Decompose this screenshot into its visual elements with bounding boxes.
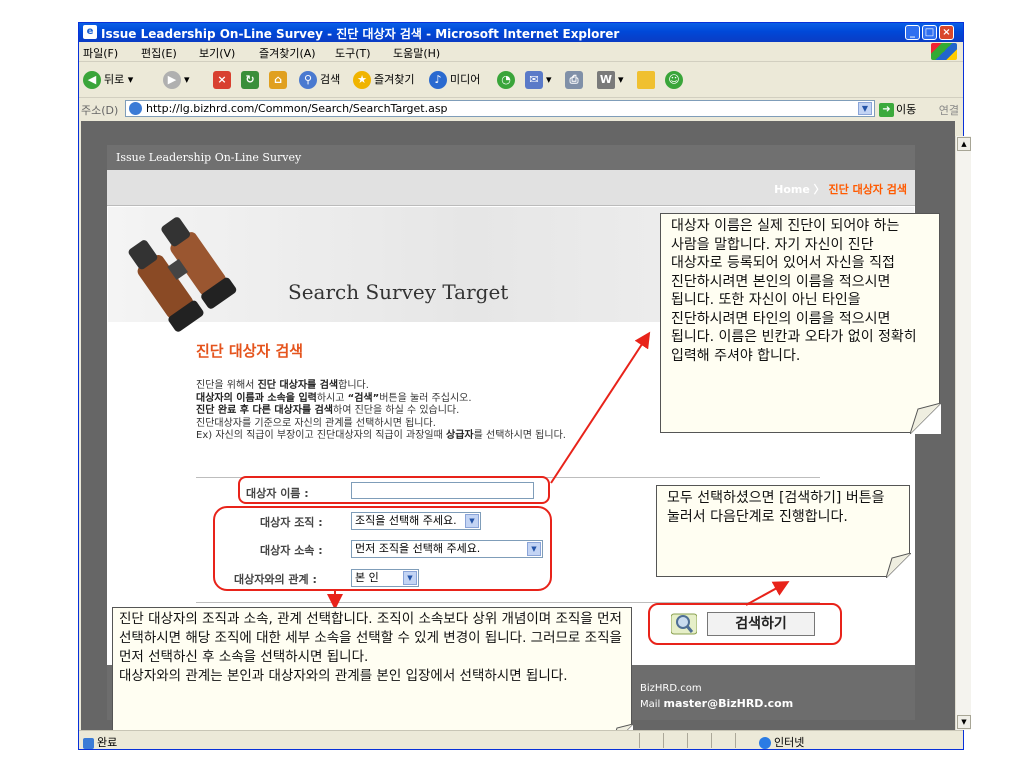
history-button[interactable]: ◔ [497, 71, 518, 89]
home-icon: ⌂ [269, 71, 287, 89]
close-button[interactable]: × [939, 25, 954, 40]
breadcrumb-separator: 〉 [813, 183, 825, 196]
banner-title: Search Survey Target [288, 280, 509, 304]
search-highlight [648, 603, 842, 645]
links-label[interactable]: 연결 [939, 102, 959, 118]
edit-button[interactable]: W ▾ [597, 71, 624, 89]
refresh-icon: ↻ [241, 71, 259, 89]
address-label: 주소(D) [81, 104, 119, 117]
print-icon: ⎙ [565, 71, 583, 89]
go-label: 이동 [896, 103, 917, 116]
go-arrow-icon: ➜ [879, 103, 894, 117]
footer-line2: Mail master@BizHRD.com [640, 697, 794, 710]
print-button[interactable]: ⎙ [565, 71, 586, 89]
folder-icon [637, 71, 655, 89]
name-highlight [238, 476, 550, 504]
note-fold-icon [910, 403, 941, 434]
go-button[interactable]: ➜ 이동 [879, 101, 916, 117]
breadcrumb-home[interactable]: Home [774, 183, 810, 196]
breadcrumb-bar: Home 〉 진단 대상자 검색 [107, 170, 915, 206]
section-title: 진단 대상자 검색 [196, 342, 304, 360]
footer-line1: BizHRD.com [640, 683, 702, 694]
back-arrow-icon: ◀ [83, 71, 101, 89]
menu-view[interactable]: 보기(V) [199, 45, 235, 61]
search-toolbar-button[interactable]: ⚲ 검색 [299, 71, 340, 89]
refresh-button[interactable]: ↻ [241, 71, 262, 89]
selects-highlight [213, 506, 552, 591]
star-icon: ★ [353, 71, 371, 89]
search-label: 검색 [320, 73, 341, 86]
search-icon: ⚲ [299, 71, 317, 89]
page-icon [129, 102, 142, 115]
footer-text: BizHRD.com Mail master@BizHRD.com [640, 681, 793, 712]
history-icon: ◔ [497, 71, 515, 89]
name-annotation: 대상자 이름은 실제 진단이 되어야 하는 사람을 말합니다. 자기 자신이 진… [660, 213, 940, 433]
minimize-button[interactable]: _ [905, 25, 920, 40]
forward-button[interactable]: ▶ ▾ [163, 71, 190, 89]
menu-bar: 파일(F) 편집(E) 보기(V) 즐겨찾기(A) 도구(T) 도움말(H) [79, 42, 963, 62]
stop-icon: × [213, 71, 231, 89]
maximize-button[interactable]: □ [922, 25, 937, 40]
site-header: Issue Leadership On-Line Survey [107, 145, 915, 170]
discuss-button[interactable] [637, 71, 658, 89]
window-title: Issue Leadership On-Line Survey - 진단 대상자… [101, 27, 620, 41]
search-annotation: 모두 선택하셨으면 [검색하기] 버튼을 눌러서 다음단계로 진행합니다. [656, 485, 910, 577]
breadcrumb: Home 〉 진단 대상자 검색 [774, 181, 907, 197]
org-annotation: 진단 대상자의 조직과 소속, 관계 선택합니다. 조직이 소속보다 상위 개념… [112, 607, 632, 744]
home-button[interactable]: ⌂ [269, 71, 290, 89]
windows-logo-icon [931, 43, 957, 60]
messenger-icon: ☺ [665, 71, 683, 89]
media-label: 미디어 [450, 73, 481, 86]
menu-edit[interactable]: 편집(E) [141, 45, 177, 61]
menu-tools[interactable]: 도구(T) [335, 45, 371, 61]
globe-icon [759, 737, 771, 749]
ie-icon: e [83, 25, 97, 39]
media-button[interactable]: ♪ 미디어 [429, 71, 480, 89]
media-icon: ♪ [429, 71, 447, 89]
toolbar: ◀ 뒤로 ▾ ▶ ▾ × ↻ ⌂ ⚲ 검색 ★ 즐겨찾기 ♪ 미디어 ◔ ✉ ▾ ⎙ W ▾ … [79, 62, 963, 98]
back-button[interactable]: ◀ 뒤로 ▾ [83, 71, 133, 89]
address-url: http://lg.bizhrd.com/Common/Search/Searc… [146, 102, 448, 115]
chevron-down-icon[interactable]: ▼ [858, 102, 872, 115]
breadcrumb-current: 진단 대상자 검색 [828, 183, 908, 196]
status-bar: 완료 인터넷 [79, 730, 963, 749]
scroll-down-icon[interactable]: ▼ [957, 715, 971, 729]
forward-arrow-icon: ▶ [163, 71, 181, 89]
address-input[interactable]: http://lg.bizhrd.com/Common/Search/Searc… [125, 100, 875, 117]
favorites-button[interactable]: ★ 즐겨찾기 [353, 71, 414, 89]
page-done-icon [83, 737, 94, 749]
menu-help[interactable]: 도움말(H) [393, 45, 440, 61]
vertical-scrollbar[interactable]: ▲ ▼ [955, 136, 971, 730]
scroll-up-icon[interactable]: ▲ [957, 137, 971, 151]
title-bar[interactable]: e Issue Leadership On-Line Survey - 진단 대… [79, 23, 963, 42]
footer-email[interactable]: master@BizHRD.com [664, 697, 794, 710]
edit-icon: W [597, 71, 615, 89]
messenger-button[interactable]: ☺ [665, 71, 686, 89]
note-fold-icon [886, 553, 911, 578]
status-text: 완료 [83, 734, 117, 750]
mail-icon: ✉ [525, 71, 543, 89]
menu-favorites[interactable]: 즐겨찾기(A) [259, 45, 316, 61]
stop-button[interactable]: × [213, 71, 234, 89]
zone-label: 인터넷 [774, 736, 805, 749]
back-label: 뒤로 [104, 73, 125, 86]
security-zone: 인터넷 [759, 734, 804, 750]
favorites-label: 즐겨찾기 [374, 73, 415, 86]
binoculars-image [128, 217, 237, 332]
status-label: 완료 [97, 736, 118, 749]
mail-button[interactable]: ✉ ▾ [525, 71, 552, 89]
address-bar: 주소(D) http://lg.bizhrd.com/Common/Search… [79, 98, 963, 120]
menu-file[interactable]: 파일(F) [83, 45, 118, 61]
